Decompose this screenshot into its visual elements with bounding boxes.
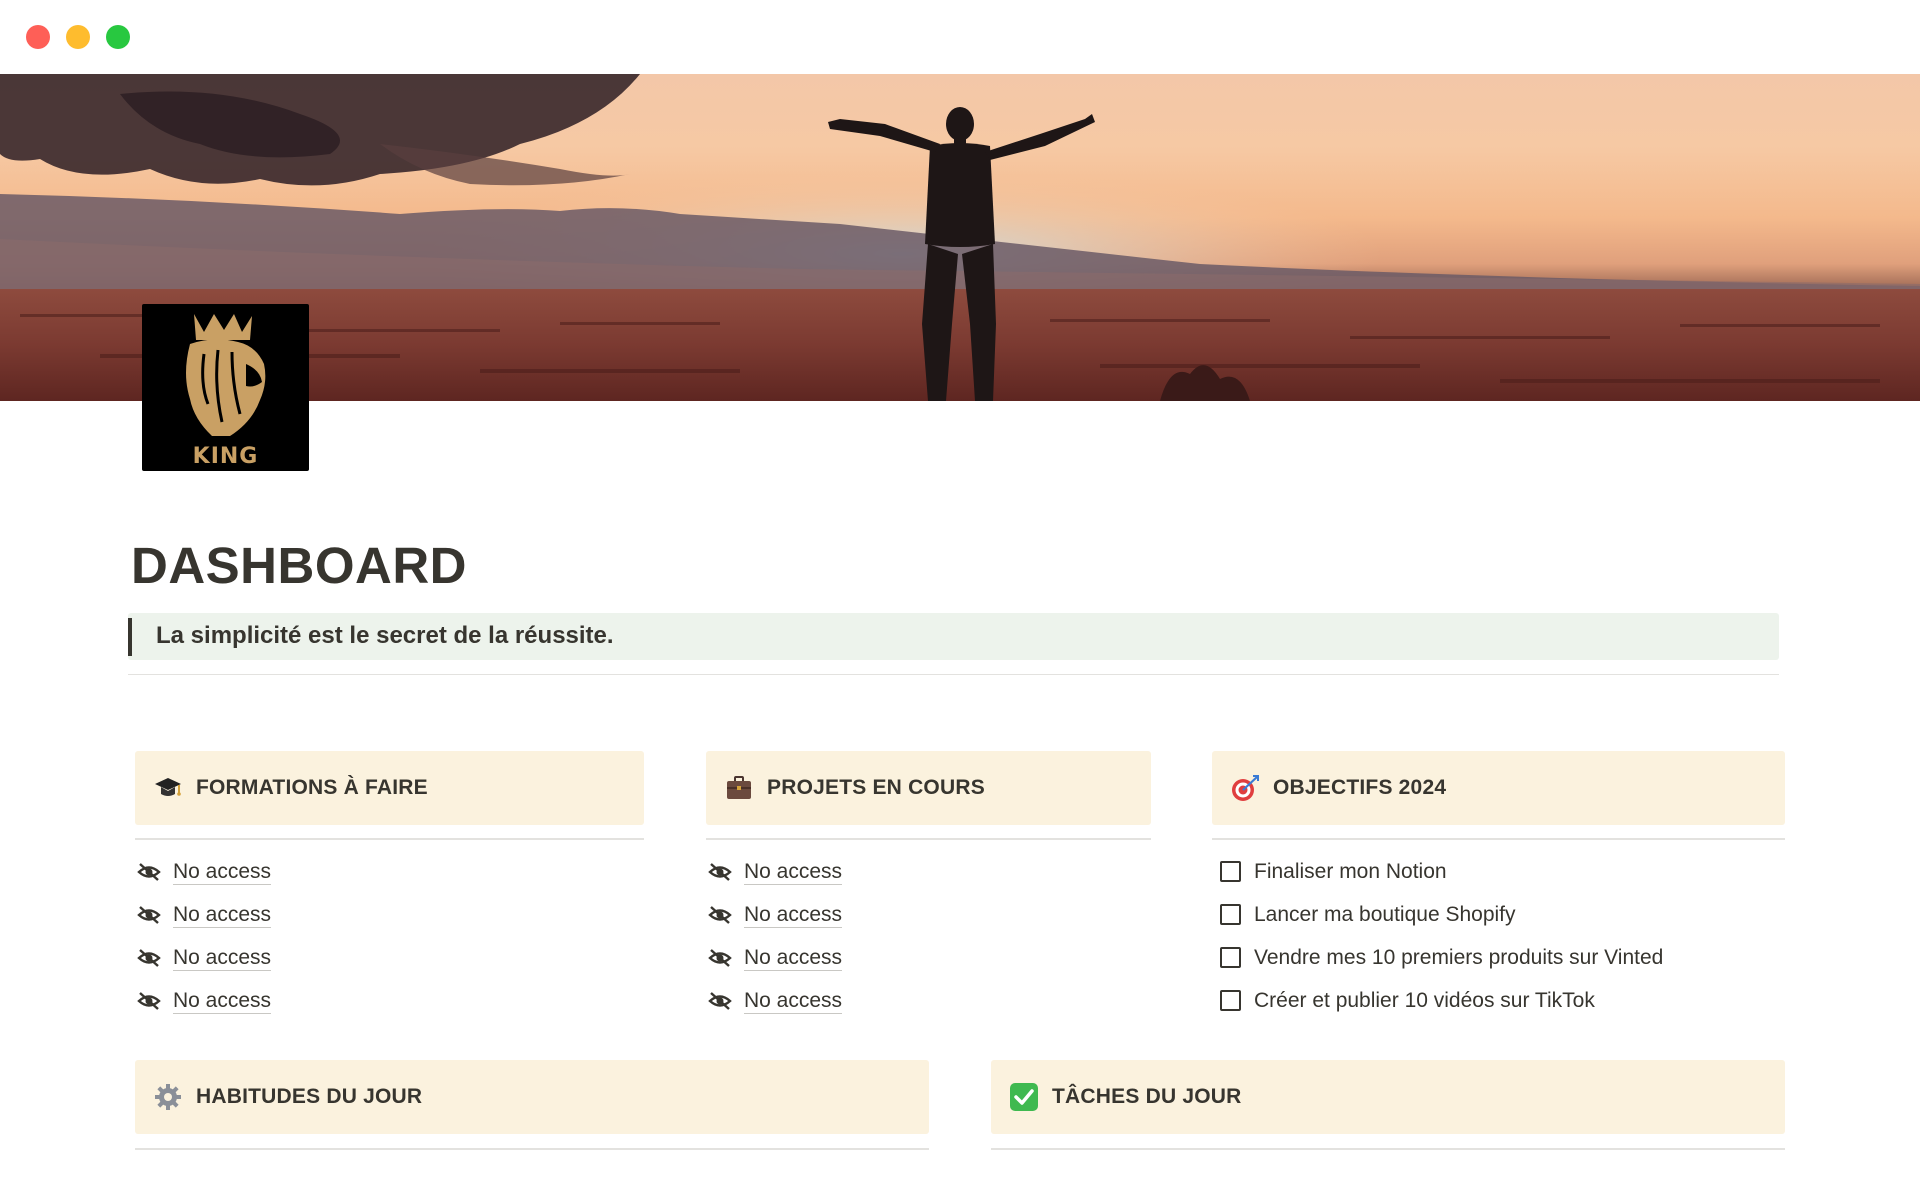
zoom-window-button[interactable] (106, 25, 130, 49)
formations-title: FORMATIONS À FAIRE (196, 776, 428, 799)
graduation-cap-icon (155, 778, 181, 796)
taches-title: TÂCHES DU JOUR (1052, 1085, 1242, 1108)
eye-slash-icon (708, 863, 732, 881)
checkbox[interactable] (1220, 990, 1241, 1011)
objectifs-header[interactable]: OBJECTIFS 2024 (1212, 751, 1785, 825)
projets-title: PROJETS EN COURS (767, 776, 985, 799)
projets-divider (706, 838, 1151, 840)
todo-label[interactable]: Créer et publier 10 vidéos sur TikTok (1254, 988, 1595, 1013)
no-access-link[interactable]: No access (173, 945, 272, 971)
checkbox[interactable] (1220, 861, 1241, 882)
page-title[interactable]: DASHBOARD (131, 536, 467, 595)
no-access-link[interactable]: No access (744, 859, 843, 885)
logo-wordmark: KING (192, 444, 259, 469)
formations-header[interactable]: FORMATIONS À FAIRE (135, 751, 644, 825)
window-titlebar (0, 0, 1920, 74)
eye-slash-icon (137, 992, 161, 1010)
habitudes-title: HABITUDES DU JOUR (196, 1085, 423, 1108)
checkbox[interactable] (1220, 904, 1241, 925)
formations-divider (135, 838, 644, 840)
target-icon (1232, 775, 1259, 801)
todo-label[interactable]: Vendre mes 10 premiers produits sur Vint… (1254, 945, 1663, 970)
todo-label[interactable]: Lancer ma boutique Shopify (1254, 902, 1516, 927)
quote-bar (128, 618, 132, 656)
eye-slash-icon (708, 992, 732, 1010)
divider (128, 674, 1779, 675)
taches-header[interactable]: TÂCHES DU JOUR (991, 1060, 1785, 1134)
quote-text[interactable]: La simplicité est le secret de la réussi… (156, 622, 614, 650)
no-access-link[interactable]: No access (744, 902, 843, 928)
close-window-button[interactable] (26, 25, 50, 49)
eye-slash-icon (708, 949, 732, 967)
objectifs-title: OBJECTIFS 2024 (1273, 776, 1447, 799)
page-icon-king-logo[interactable]: KING (142, 304, 309, 471)
eye-slash-icon (708, 906, 732, 924)
todo-label[interactable]: Finaliser mon Notion (1254, 859, 1447, 884)
gear-icon (155, 1084, 181, 1110)
no-access-link[interactable]: No access (173, 859, 272, 885)
no-access-link[interactable]: No access (744, 945, 843, 971)
briefcase-icon (727, 776, 751, 799)
checkbox[interactable] (1220, 947, 1241, 968)
objectifs-divider (1212, 838, 1785, 840)
no-access-link[interactable]: No access (173, 902, 272, 928)
habitudes-header[interactable]: HABITUDES DU JOUR (135, 1060, 929, 1134)
no-access-link[interactable]: No access (744, 988, 843, 1014)
taches-divider (991, 1148, 1785, 1150)
habitudes-divider (135, 1148, 929, 1150)
no-access-link[interactable]: No access (173, 988, 272, 1014)
eye-slash-icon (137, 863, 161, 881)
check-mark-icon (1010, 1083, 1038, 1111)
eye-slash-icon (137, 906, 161, 924)
eye-slash-icon (137, 949, 161, 967)
projets-header[interactable]: PROJETS EN COURS (706, 751, 1151, 825)
minimize-window-button[interactable] (66, 25, 90, 49)
